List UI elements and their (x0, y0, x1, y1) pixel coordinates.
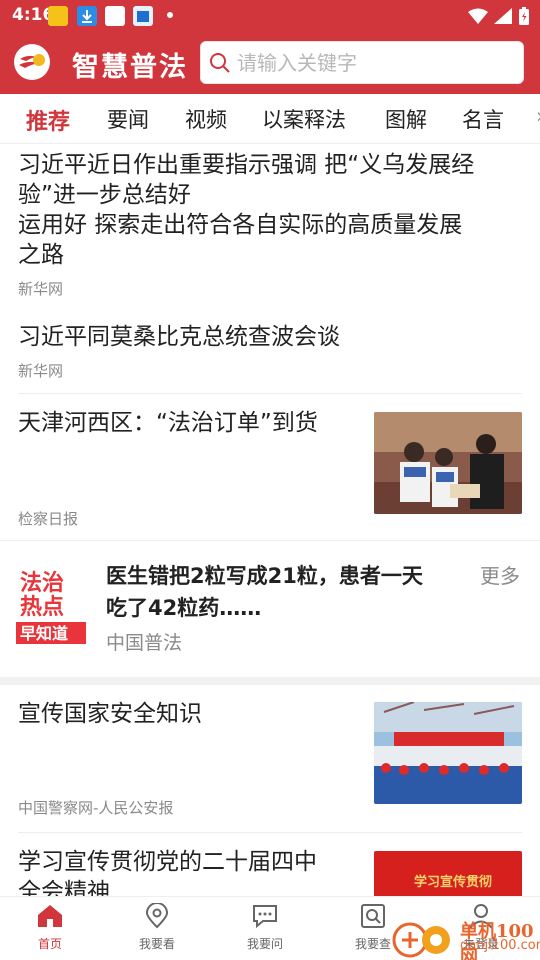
news-feed: 习近平近日作出重要指示强调 把“义乌发展经 验”进一步总结好 运用好 探索走出符… (0, 144, 540, 896)
list-item[interactable]: 习近平近日作出重要指示强调 把“义乌发展经 验”进一步总结好 运用好 探索走出符… (0, 144, 540, 308)
site-watermark: 单机100网 danji100.com (390, 914, 540, 960)
nav-watch[interactable]: 我要看 (117, 902, 197, 952)
watermark-logo-icon (392, 922, 450, 958)
app-logo (14, 44, 50, 80)
article-title: 习近平同莫桑比克总统查波会谈 (18, 324, 340, 350)
article-source: 新华网 (18, 362, 64, 380)
svg-text:早知道: 早知道 (20, 624, 68, 643)
article-title: 天津河西区：“法治订单”到货 (18, 410, 318, 436)
search-input[interactable] (237, 48, 517, 78)
list-item[interactable]: 天津河西区：“法治订单”到货 检察日报 (0, 394, 540, 544)
article-title: 习近平近日作出重要指示强调 把“义乌发展经 验”进一步总结好 运用好 探索走出符… (18, 152, 475, 268)
hot-topic-title: 医生错把2粒写成21粒，患者一天吃了42粒药…… (106, 564, 423, 620)
category-tabs: 推荐 要闻 视频 以案释法 图解 名言 › (0, 94, 540, 144)
status-bar: 4:16 (0, 0, 540, 32)
tab-video[interactable]: 视频 (185, 104, 227, 134)
notification-app-icon (48, 6, 68, 26)
wifi-icon (468, 8, 488, 24)
tab-news[interactable]: 要闻 (107, 104, 149, 134)
home-icon (38, 905, 62, 927)
hot-topic-source: 中国普法 (106, 632, 183, 654)
list-item[interactable]: 学习宣传贯彻党的二十届四中 全会精神 学习宣传贯彻 (0, 833, 540, 896)
search-icon (210, 53, 230, 73)
article-thumbnail (374, 412, 522, 514)
svg-text:热点: 热点 (20, 594, 64, 620)
app-header: 智慧普法 (0, 32, 540, 94)
hot-topic-card[interactable]: 法治 热点 早知道 医生错把2粒写成21粒，患者一天吃了42粒药…… 中国普法 … (0, 544, 540, 677)
tab-infographic[interactable]: 图解 (385, 104, 427, 134)
system-indicators (468, 5, 530, 27)
search-doc-icon (361, 904, 385, 928)
article-title: 宣传国家安全知识 (18, 701, 202, 727)
article-title: 学习宣传贯彻党的二十届四中 全会精神 (18, 849, 317, 896)
chat-icon (253, 905, 277, 929)
article-thumbnail (374, 702, 522, 804)
section-gap (0, 677, 540, 685)
tab-case-law[interactable]: 以案释法 (262, 104, 346, 134)
location-icon (145, 902, 169, 929)
svg-text:法治: 法治 (20, 570, 64, 596)
notification-app-icon (105, 6, 125, 26)
signal-icon (494, 8, 512, 24)
article-source: 检察日报 (18, 510, 79, 528)
list-item[interactable]: 宣传国家安全知识 中国警察网-人民公安报 (0, 685, 540, 833)
more-notifications-dot (167, 12, 173, 18)
app-title: 智慧普法 (72, 52, 188, 83)
list-item[interactable]: 习近平同莫桑比克总统查波会谈 新华网 (0, 308, 540, 394)
article-thumbnail: 学习宣传贯彻 (374, 851, 522, 896)
nav-ask[interactable]: 我要问 (225, 903, 305, 952)
battery-icon (519, 7, 529, 25)
tab-recommend[interactable]: 推荐 (26, 104, 70, 136)
search-box[interactable] (200, 41, 524, 84)
tab-overflow[interactable]: › (536, 104, 540, 128)
article-source: 新华网 (18, 280, 64, 298)
divider (0, 540, 540, 541)
article-source: 中国警察网-人民公安报 (18, 799, 174, 817)
more-link[interactable]: 更多 (480, 560, 520, 589)
tab-quotes[interactable]: 名言 (462, 104, 504, 134)
hot-topic-logo: 法治 热点 早知道 (16, 566, 88, 646)
download-icon (77, 6, 97, 26)
nav-home[interactable]: 首页 (10, 903, 90, 952)
notification-app-icon (133, 6, 153, 26)
